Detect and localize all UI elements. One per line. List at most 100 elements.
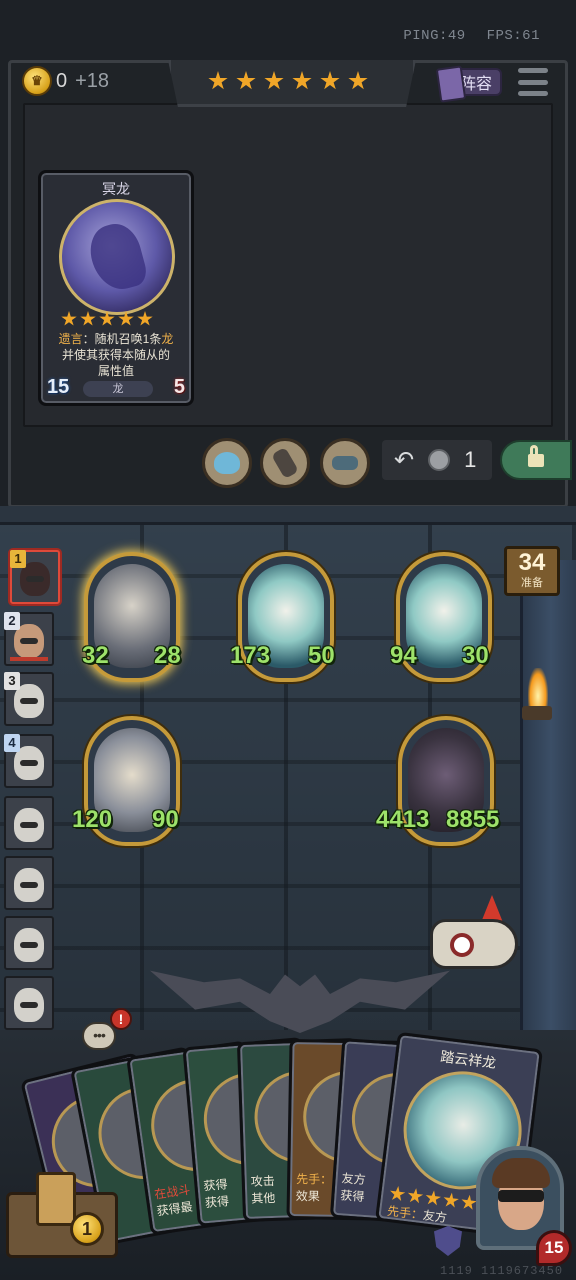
chat-bubble-icon[interactable]: ••• xyxy=(82,1022,116,1050)
player-rank: 2 xyxy=(4,612,20,630)
ready-count: 34 xyxy=(518,549,546,576)
preview-card: 冥龙 遗言：随机召唤1条龙 并使其获得本随从的 属性值 龙 15 5 xyxy=(38,170,194,406)
refresh-cost: 1 xyxy=(464,447,477,472)
fps-readout: FPS:61 xyxy=(486,28,540,44)
minion-health: 8855 xyxy=(446,806,500,833)
hero-mask xyxy=(498,1190,544,1202)
hero-portrait[interactable]: 15 xyxy=(462,1142,572,1266)
minion-attack: 120 xyxy=(72,806,113,833)
desc-line1: ：随机召唤1条 xyxy=(82,332,162,346)
player-slot[interactable]: 3 xyxy=(4,672,54,726)
star-icon xyxy=(208,71,228,90)
ping-readout: PING:49 xyxy=(403,28,466,44)
rock-icon xyxy=(271,446,299,480)
torch-flame xyxy=(528,668,548,708)
star-icon xyxy=(424,1189,442,1207)
hand-card-text: 获得 获得 xyxy=(202,1177,230,1211)
player-health-bar xyxy=(10,657,48,661)
lineup-button[interactable]: 阵容 xyxy=(435,65,502,103)
card-description: 遗言：随机召唤1条龙 并使其获得本随从的 属性值 xyxy=(51,331,181,379)
hero-power-button[interactable] xyxy=(260,438,310,488)
minion-attack: 4413 xyxy=(376,806,430,833)
dragon-keyword: 龙 xyxy=(161,332,174,346)
board-top-edge xyxy=(0,506,576,525)
crown-coin-icon: ♛ xyxy=(22,66,52,96)
gold-display: ♛ 0 +18 xyxy=(22,66,109,96)
star-icon xyxy=(406,1187,424,1205)
player-slot[interactable]: 1 xyxy=(10,550,60,604)
menu-icon-bar xyxy=(518,91,548,96)
anvil-button[interactable] xyxy=(320,438,370,488)
player-avatar-skull xyxy=(14,868,44,902)
star-icon xyxy=(137,311,153,326)
card-health: 5 xyxy=(173,376,185,398)
fishbowl-button[interactable] xyxy=(202,438,252,488)
player-avatar-skull xyxy=(14,988,44,1022)
mug-icon xyxy=(36,1172,76,1226)
star-icon xyxy=(118,311,134,326)
gold-value: 0 xyxy=(56,69,68,92)
game-id: 1119 1119673450 xyxy=(440,1264,564,1278)
silver-coin-icon xyxy=(428,449,451,471)
player-slot[interactable] xyxy=(4,796,54,850)
star-icon xyxy=(61,311,77,326)
hero-hair xyxy=(492,1158,550,1188)
star-icon xyxy=(388,1185,406,1203)
deathrattle-keyword: 遗言 xyxy=(58,332,83,346)
star-icon xyxy=(99,311,115,326)
minion-attack: 94 xyxy=(390,642,417,669)
desc-line3: 属性值 xyxy=(97,364,134,378)
desc-line2: 并使其获得本随从的 xyxy=(61,348,170,362)
player-slot[interactable]: 2 xyxy=(4,612,54,666)
minion-health: 90 xyxy=(152,806,179,833)
hand-card-text: 先手： 效果 xyxy=(295,1172,333,1204)
menu-button[interactable] xyxy=(518,68,548,96)
lock-icon xyxy=(528,444,544,467)
torch-holder xyxy=(522,706,552,720)
ready-label: 准备 xyxy=(521,577,543,589)
minion-attack: 32 xyxy=(82,642,109,669)
network-info: PING:49 FPS:61 xyxy=(403,28,540,44)
tavern-button[interactable]: 1 xyxy=(6,1160,126,1260)
player-slot[interactable] xyxy=(4,916,54,970)
star-icon xyxy=(320,71,340,90)
ready-counter: 34 准备 xyxy=(504,546,560,596)
card-art-dragon xyxy=(59,199,175,315)
star-icon xyxy=(348,71,368,90)
rocket-body xyxy=(430,919,518,969)
minion-health: 28 xyxy=(154,642,181,669)
refresh-control[interactable]: ↶ 1 xyxy=(382,440,492,480)
player-rank: 4 xyxy=(4,734,20,752)
tavern-coin-count: 1 xyxy=(70,1212,104,1246)
star-icon xyxy=(264,71,284,90)
player-slot[interactable] xyxy=(4,856,54,910)
rocket-eye xyxy=(450,933,474,957)
book-icon xyxy=(435,65,467,103)
player-rank: 3 xyxy=(4,672,20,690)
player-rank: 1 xyxy=(10,550,26,568)
fishbowl-icon xyxy=(214,452,240,474)
player-slot[interactable] xyxy=(4,976,54,1030)
rocket-pet xyxy=(420,895,530,975)
card-attack: 15 xyxy=(47,376,70,398)
alert-icon[interactable]: ! xyxy=(110,1008,132,1030)
tavern-tier-stars xyxy=(208,71,368,91)
undo-icon[interactable]: ↶ xyxy=(394,446,414,475)
menu-icon-bar xyxy=(518,68,548,73)
card-stars xyxy=(61,311,153,327)
minion-health: 30 xyxy=(462,642,489,669)
minion-attack: 173 xyxy=(230,642,271,669)
freeze-lock-button[interactable] xyxy=(500,440,572,480)
star-icon xyxy=(80,311,96,326)
player-slot[interactable]: 4 xyxy=(4,734,54,788)
player-avatar-skull xyxy=(14,928,44,962)
hand-card-text: 攻击 其他 xyxy=(250,1173,276,1206)
card-name: 冥龙 xyxy=(102,181,130,197)
gold-income: +18 xyxy=(75,69,110,92)
menu-icon-bar xyxy=(518,79,548,85)
card-tribe: 龙 xyxy=(83,381,153,397)
star-icon xyxy=(292,71,312,90)
hand-card-text: 在战斗 获得最 xyxy=(153,1182,194,1219)
anvil-icon xyxy=(332,456,358,470)
player-avatar-skull xyxy=(14,808,44,842)
